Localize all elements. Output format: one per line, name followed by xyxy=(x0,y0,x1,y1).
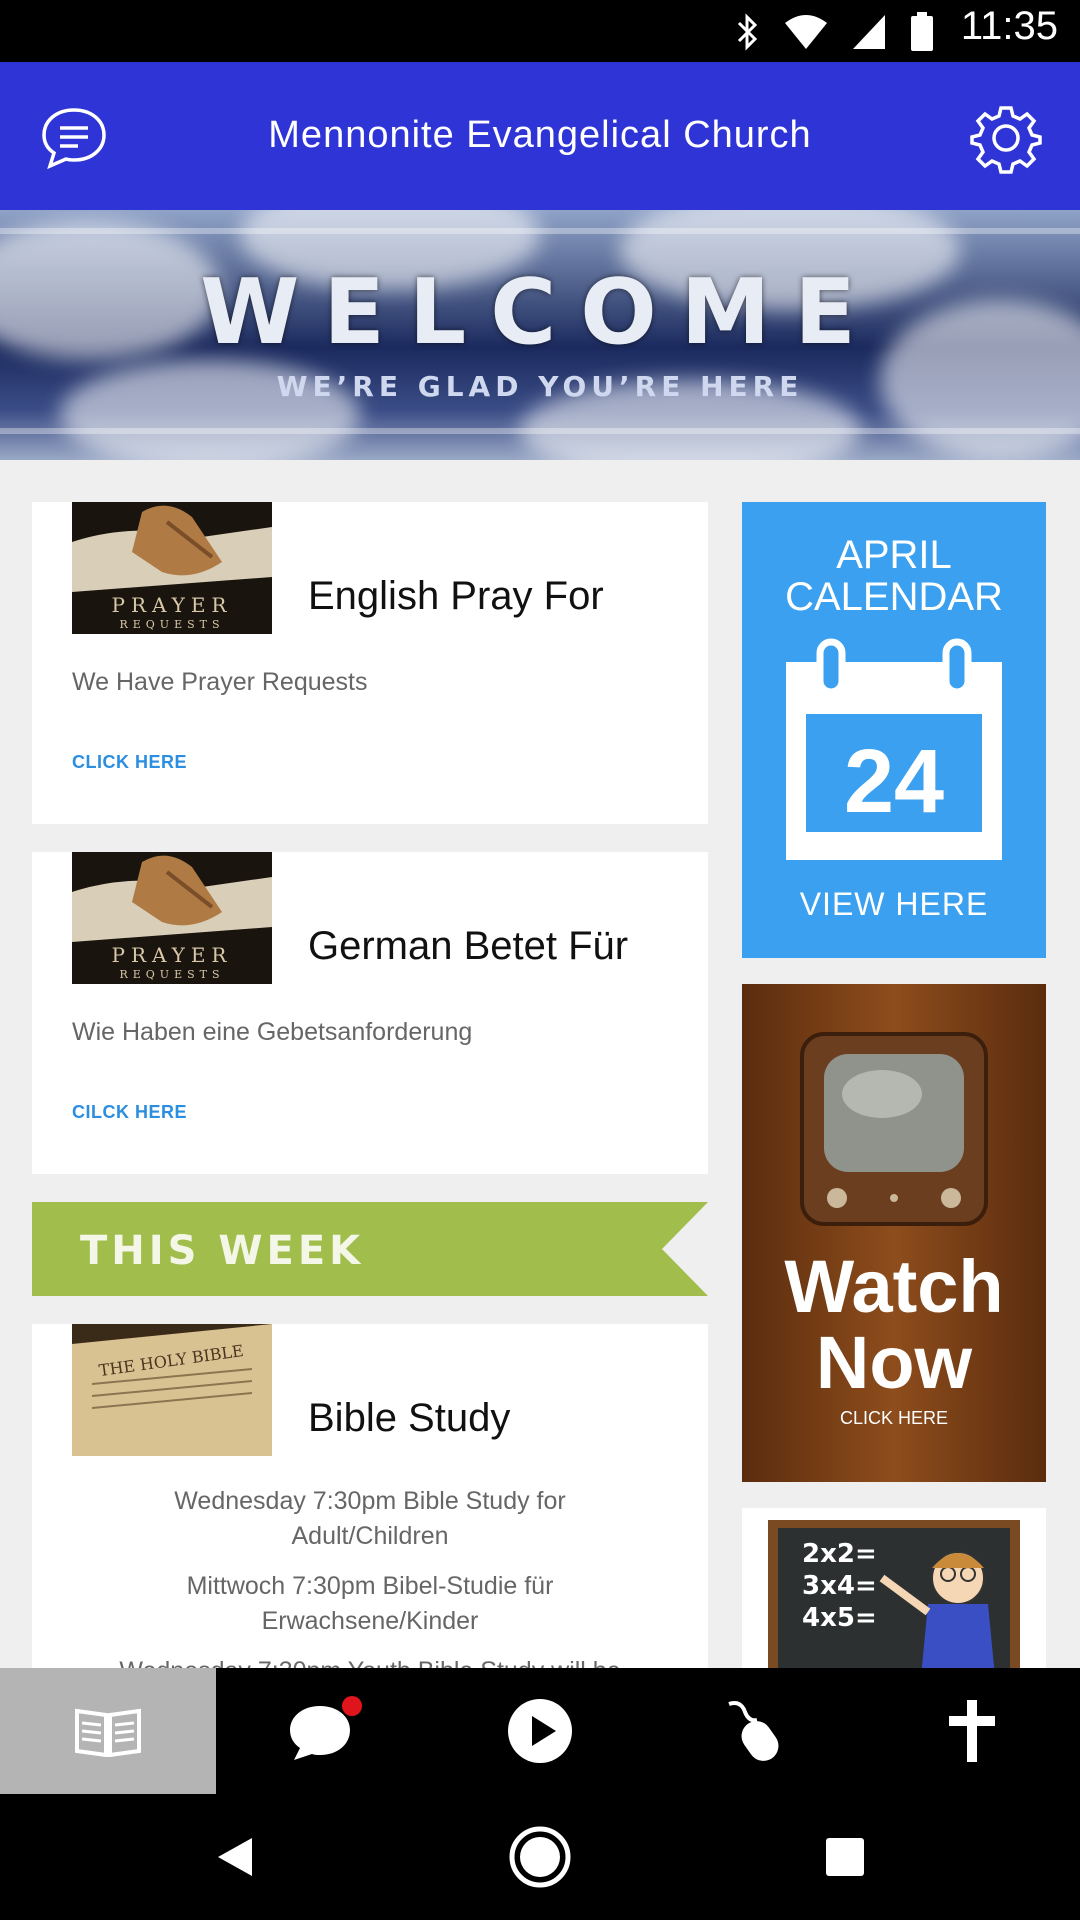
math-line: 2x2= xyxy=(802,1539,877,1569)
calendar-line1: APRIL xyxy=(836,533,952,577)
math-line: 3x4= xyxy=(802,1571,877,1601)
bible-study-card[interactable]: THE HOLY BIBLE Bible Study Wednesday 7:3… xyxy=(32,1324,708,1668)
banner-stripe xyxy=(0,228,1080,234)
thumb-caption: PRAYER xyxy=(111,943,232,967)
card-description: Wie Haben eine Gebetsanforderung xyxy=(72,1018,473,1046)
watch-now-tile[interactable]: Watch Now CLICK HERE xyxy=(742,984,1046,1482)
app-title: Mennonite Evangelical Church xyxy=(268,114,812,156)
card-title: German Betet Für xyxy=(308,924,629,968)
nav-item-media[interactable] xyxy=(432,1668,648,1794)
home-icon xyxy=(509,1826,571,1888)
chat-icon xyxy=(290,1696,362,1760)
nav-item-connect[interactable] xyxy=(648,1668,864,1794)
prayer-card-german[interactable]: PRAYER REQUESTS German Betet Für Wie Hab… xyxy=(32,852,708,1174)
nav-item-messages[interactable] xyxy=(216,1668,432,1794)
recents-button[interactable] xyxy=(810,1822,880,1892)
watch-action: CLICK HERE xyxy=(840,1408,948,1428)
this-week-label: THIS WEEK xyxy=(80,1228,364,1274)
prayer-requests-thumbnail: PRAYER REQUESTS xyxy=(72,852,272,984)
status-time: 11:35 xyxy=(960,4,1058,48)
study-line: Erwachsene/Kinder xyxy=(261,1607,479,1635)
system-nav-bar xyxy=(0,1794,1080,1920)
bluetooth-icon xyxy=(737,13,758,51)
click-here-link[interactable]: CLICK HERE xyxy=(72,752,187,773)
april-calendar-tile[interactable]: APRIL CALENDAR 24 VIEW HERE xyxy=(742,502,1046,958)
thumb-caption-sub: REQUESTS xyxy=(119,618,224,631)
home-button[interactable] xyxy=(505,1822,575,1892)
holy-bible-thumbnail: THE HOLY BIBLE xyxy=(72,1324,272,1456)
tv-icon xyxy=(800,1032,988,1226)
banner-subtitle: WE’RE GLAD YOU’RE HERE xyxy=(276,370,804,403)
status-bar: 11:35 xyxy=(0,0,1080,62)
welcome-banner[interactable]: WELCOME WE’RE GLAD YOU’RE HERE xyxy=(0,210,1080,460)
recents-icon xyxy=(826,1838,864,1876)
status-icons xyxy=(735,12,935,52)
card-title: Bible Study xyxy=(308,1396,511,1440)
bottom-nav xyxy=(0,1668,1080,1794)
wifi-icon xyxy=(785,15,827,49)
notification-badge xyxy=(342,1696,362,1716)
calendar-line2: CALENDAR xyxy=(785,575,1003,619)
click-here-link[interactable]: CILCK HERE xyxy=(72,1102,187,1123)
thumb-caption: PRAYER xyxy=(111,593,232,617)
watch-line1: Watch xyxy=(784,1245,1003,1328)
math-line: 4x5= xyxy=(802,1603,877,1633)
calendar-action: VIEW HERE xyxy=(800,886,989,922)
card-description: We Have Prayer Requests xyxy=(72,668,368,696)
cross-icon xyxy=(949,1700,995,1762)
study-line: Wednesday 7:30pm Bible Study for xyxy=(174,1487,566,1515)
prayer-card-english[interactable]: PRAYER REQUESTS English Pray For We Have… xyxy=(32,502,708,824)
this-week-banner: THIS WEEK xyxy=(32,1202,708,1296)
back-button[interactable] xyxy=(200,1822,270,1892)
math-class-tile[interactable]: 2x2= 3x4= 4x5= xyxy=(742,1508,1046,1668)
book-icon xyxy=(75,1708,141,1757)
study-line: Adult/Children xyxy=(291,1522,449,1550)
study-line: Wednesday 7:30pm Youth Bible Study will … xyxy=(72,1654,668,1668)
app-bar: Mennonite Evangelical Church xyxy=(0,62,1080,210)
gear-icon xyxy=(970,106,1042,174)
play-icon xyxy=(508,1699,572,1763)
nav-item-bulletin[interactable] xyxy=(0,1668,216,1794)
thumb-caption-sub: REQUESTS xyxy=(119,968,224,981)
signal-icon xyxy=(853,15,885,49)
battery-icon xyxy=(911,12,933,51)
banner-title: WELCOME xyxy=(200,260,880,365)
calendar-icon: 24 xyxy=(786,638,1002,860)
banner-stripe xyxy=(0,428,1080,434)
calendar-day: 24 xyxy=(844,732,944,832)
study-line: Mittwoch 7:30pm Bibel-Studie für xyxy=(186,1572,554,1600)
prayer-requests-thumbnail: PRAYER REQUESTS xyxy=(72,502,272,634)
card-title: English Pray For xyxy=(308,574,604,618)
mouse-icon xyxy=(728,1701,779,1761)
nav-item-faith[interactable] xyxy=(864,1668,1080,1794)
watch-line2: Now xyxy=(816,1321,973,1404)
content-area: PRAYER REQUESTS English Pray For We Have… xyxy=(0,460,1080,1668)
back-icon xyxy=(218,1838,252,1876)
settings-button[interactable] xyxy=(970,102,1042,174)
